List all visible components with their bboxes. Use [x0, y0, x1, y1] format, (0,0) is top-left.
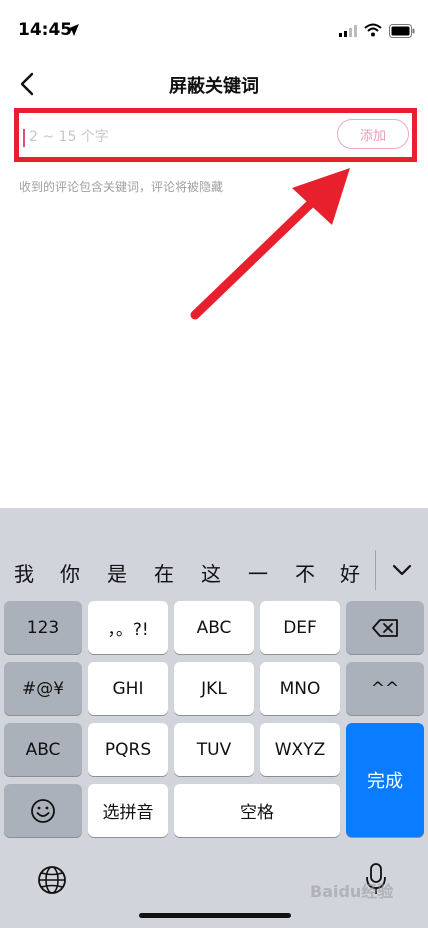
keyword-input-row: 添加 [14, 108, 417, 162]
candidate-word[interactable]: 这 [201, 558, 221, 587]
key-ghi[interactable]: GHI [88, 662, 168, 715]
smiley-icon [31, 798, 55, 823]
key-mno[interactable]: MNO [260, 662, 340, 715]
candidate-divider [375, 550, 376, 590]
candidate-word[interactable]: 好 [340, 558, 360, 587]
key-abc-switch[interactable]: ABC [4, 723, 82, 776]
helper-text: 收到的评论包含关键词，评论将被隐藏 [19, 180, 224, 194]
globe-icon[interactable] [36, 864, 68, 896]
key-def[interactable]: DEF [260, 601, 340, 654]
candidate-word[interactable]: 不 [295, 558, 315, 587]
delete-key[interactable] [346, 601, 424, 654]
key-jkl[interactable]: JKL [174, 662, 254, 715]
emoji-key[interactable] [4, 784, 82, 837]
wifi-icon [364, 23, 382, 37]
battery-icon [389, 24, 415, 38]
text-caret [23, 129, 25, 147]
candidate-word[interactable]: 你 [60, 558, 80, 587]
space-key[interactable]: 空格 [174, 784, 340, 837]
key-wxyz[interactable]: WXYZ [260, 723, 340, 776]
key-punctuation[interactable]: ，。?! [88, 601, 168, 654]
status-bar: 14:45 [0, 0, 428, 56]
candidate-word[interactable]: 一 [248, 558, 268, 587]
pinyin-select-key[interactable]: 选拼音 [88, 784, 168, 837]
location-arrow-icon [67, 24, 79, 36]
add-button[interactable]: 添加 [337, 119, 409, 149]
watermark: Baidu经验 [310, 882, 394, 901]
candidate-word[interactable]: 在 [154, 558, 174, 587]
key-tuv[interactable]: TUV [174, 723, 254, 776]
page-title: 屏蔽关键词 [169, 76, 259, 97]
backspace-icon [372, 618, 398, 637]
key-pqrs[interactable]: PQRS [88, 723, 168, 776]
keyboard: 我 你 是 在 这 一 不 好 123 ，。?! ABC DEF #@¥ GHI… [0, 508, 428, 928]
cellular-signal-icon [339, 25, 357, 37]
key-symbols[interactable]: #@¥ [4, 662, 82, 715]
key-emoticon[interactable]: ^^ [346, 662, 424, 715]
candidate-word[interactable]: 是 [107, 558, 127, 587]
done-button[interactable]: 完成 [346, 723, 424, 837]
status-time: 14:45 [18, 20, 73, 40]
navigation-bar: 屏蔽关键词 [0, 56, 428, 106]
home-indicator [139, 913, 291, 918]
candidate-word[interactable]: 我 [14, 558, 34, 587]
key-abc[interactable]: ABC [174, 601, 254, 654]
keyword-input[interactable] [29, 123, 329, 151]
key-123[interactable]: 123 [4, 601, 82, 654]
chevron-down-icon[interactable] [390, 560, 414, 580]
candidate-bar: 我 你 是 在 这 一 不 好 [0, 548, 428, 598]
